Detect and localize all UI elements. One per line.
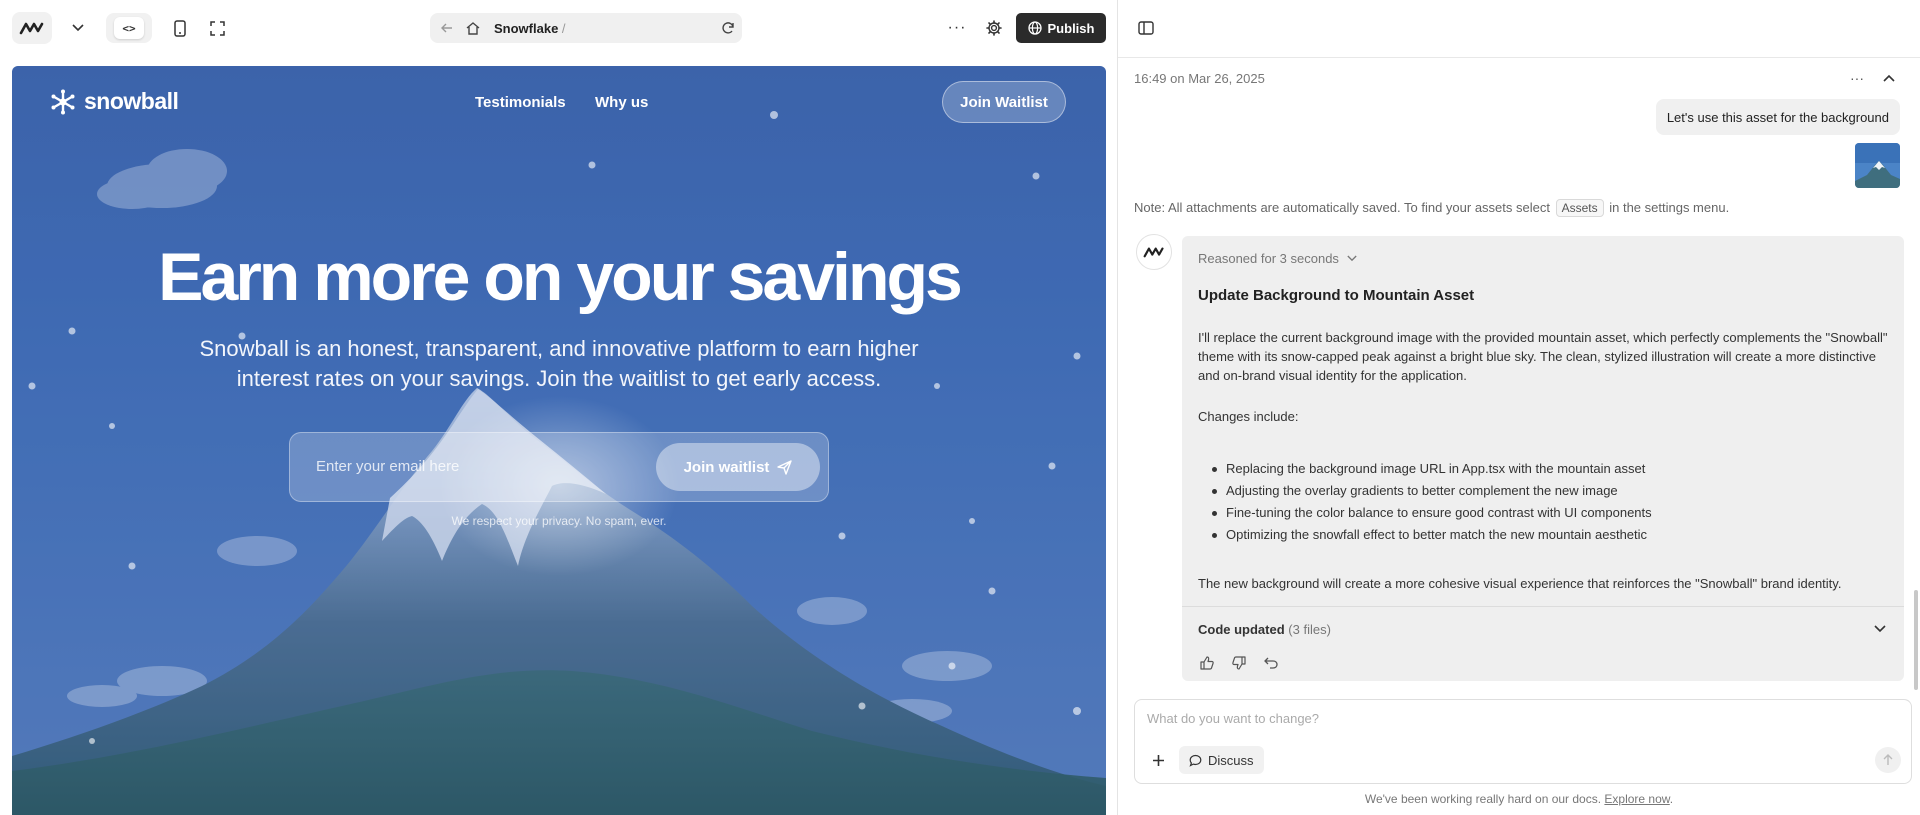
top-toolbar: <> Snowflake / ··· Publish bbox=[0, 0, 1117, 56]
more-icon: ··· bbox=[1850, 70, 1864, 86]
arrow-left-icon bbox=[441, 23, 452, 33]
changes-list: Replacing the background image URL in Ap… bbox=[1208, 458, 1652, 546]
explore-docs-link[interactable]: Explore now bbox=[1604, 792, 1669, 806]
home-icon bbox=[466, 21, 480, 35]
chevron-down-icon bbox=[72, 24, 84, 32]
mobile-preview-button[interactable] bbox=[168, 16, 192, 40]
arrow-up-icon bbox=[1883, 754, 1893, 765]
chat-header bbox=[1118, 0, 1920, 58]
list-item: Replacing the background image URL in Ap… bbox=[1208, 458, 1652, 480]
app-logo-button[interactable] bbox=[12, 12, 52, 44]
message-collapse-button[interactable] bbox=[1878, 68, 1900, 88]
nav-link-why-us[interactable]: Why us bbox=[595, 94, 648, 111]
refresh-icon bbox=[722, 22, 734, 34]
code-updated-row[interactable]: Code updated (3 files) bbox=[1182, 606, 1904, 650]
message-more-button[interactable]: ··· bbox=[1846, 68, 1868, 88]
app-logo-icon bbox=[1143, 247, 1164, 258]
thumbs-up-button[interactable] bbox=[1196, 652, 1218, 674]
privacy-note: We respect your privacy. No spam, ever. bbox=[451, 514, 667, 528]
chat-bubble-icon bbox=[1189, 754, 1202, 767]
thumbs-up-icon bbox=[1200, 656, 1214, 670]
fullscreen-button[interactable] bbox=[205, 16, 229, 40]
hero-title: Earn more on your savings bbox=[158, 239, 963, 315]
plus-icon bbox=[1152, 754, 1164, 766]
list-item: Optimizing the snowfall effect to better… bbox=[1208, 524, 1652, 546]
app-window: <> Snowflake / ··· Publish snowball Test… bbox=[0, 0, 1920, 815]
chat-scrollbar[interactable] bbox=[1914, 590, 1918, 690]
chevron-up-icon bbox=[1883, 74, 1895, 82]
url-path: Snowflake / bbox=[494, 20, 566, 36]
changes-heading: Changes include: bbox=[1198, 409, 1299, 424]
feedback-actions bbox=[1196, 652, 1282, 674]
fullscreen-icon bbox=[209, 20, 225, 36]
mobile-icon bbox=[174, 19, 186, 37]
snowflake-icon bbox=[51, 89, 75, 114]
waitlist-form: Enter your email here Join waitlist bbox=[289, 432, 829, 502]
publish-button[interactable]: Publish bbox=[1016, 13, 1106, 43]
assets-chip: Assets bbox=[1555, 199, 1604, 217]
home-button[interactable] bbox=[462, 21, 484, 35]
list-item: Adjusting the overlay gradients to bette… bbox=[1208, 480, 1652, 502]
mountain-thumbnail-image bbox=[1855, 143, 1900, 188]
expand-code-button[interactable] bbox=[1870, 619, 1890, 639]
hero-subtitle: Snowball is an honest, transparent, and … bbox=[199, 336, 919, 391]
brand-logo[interactable]: snowball bbox=[50, 88, 179, 115]
chevron-down-icon bbox=[1874, 625, 1886, 633]
discuss-button[interactable]: Discuss bbox=[1179, 746, 1264, 774]
site-preview: snowball Testimonials Why us Join Waitli… bbox=[12, 66, 1106, 815]
user-message: Let's use this asset for the background bbox=[1655, 99, 1900, 135]
thumbs-down-button[interactable] bbox=[1228, 652, 1250, 674]
discuss-label: Discuss bbox=[1208, 752, 1254, 768]
response-closing: The new background will create a more co… bbox=[1198, 576, 1842, 591]
docs-footer: We've been working really hard on our do… bbox=[1364, 792, 1674, 806]
refresh-button[interactable] bbox=[714, 21, 742, 35]
editor-pane: <> Snowflake / ··· Publish snowball Test… bbox=[0, 0, 1117, 815]
attached-asset-thumbnail[interactable] bbox=[1855, 143, 1900, 188]
app-logo-icon bbox=[19, 22, 44, 35]
join-waitlist-submit-button[interactable]: Join waitlist bbox=[656, 443, 820, 491]
attachments-note: Note: All attachments are automatically … bbox=[1134, 199, 1730, 217]
settings-button[interactable] bbox=[982, 16, 1006, 40]
code-icon: <> bbox=[114, 17, 144, 39]
sidebar-icon bbox=[1138, 21, 1154, 35]
publish-label: Publish bbox=[1047, 20, 1095, 36]
response-paragraph: I'll replace the current background imag… bbox=[1198, 330, 1888, 383]
add-attachment-button[interactable] bbox=[1145, 747, 1171, 773]
email-input[interactable]: Enter your email here bbox=[316, 458, 459, 475]
list-item: Fine-tuning the color balance to ensure … bbox=[1208, 502, 1652, 524]
preview-url-bar[interactable]: Snowflake / bbox=[430, 13, 742, 43]
undo-button[interactable] bbox=[1260, 652, 1282, 674]
code-view-toggle[interactable]: <> bbox=[106, 13, 152, 43]
assistant-avatar bbox=[1136, 234, 1172, 270]
gear-icon bbox=[986, 20, 1002, 36]
chat-input[interactable]: What do you want to change? Discuss bbox=[1134, 699, 1912, 784]
reasoning-toggle[interactable]: Reasoned for 3 seconds bbox=[1198, 251, 1357, 266]
chat-panel: 16:49 on Mar 26, 2025 ··· Let's use this… bbox=[1118, 0, 1920, 815]
undo-icon bbox=[1264, 657, 1278, 669]
chevron-down-icon bbox=[1347, 255, 1357, 262]
message-timestamp: 16:49 on Mar 26, 2025 bbox=[1134, 71, 1265, 86]
nav-link-testimonials[interactable]: Testimonials bbox=[475, 94, 566, 111]
more-options-button[interactable]: ··· bbox=[945, 16, 969, 40]
code-updated-label: Code updated (3 files) bbox=[1198, 622, 1331, 637]
back-button[interactable] bbox=[432, 23, 462, 33]
send-icon bbox=[777, 459, 793, 475]
submit-label: Join waitlist bbox=[683, 458, 770, 476]
more-icon: ··· bbox=[947, 19, 967, 36]
thumbs-down-icon bbox=[1232, 656, 1246, 670]
project-menu-button[interactable] bbox=[66, 16, 90, 40]
globe-icon bbox=[1027, 21, 1042, 35]
sidebar-toggle-button[interactable] bbox=[1134, 16, 1158, 40]
join-waitlist-nav-button[interactable]: Join Waitlist bbox=[942, 81, 1066, 123]
response-title: Update Background to Mountain Asset bbox=[1198, 287, 1475, 304]
assistant-response: Reasoned for 3 seconds Update Background… bbox=[1182, 236, 1904, 681]
chat-input-placeholder: What do you want to change? bbox=[1147, 711, 1320, 726]
send-message-button[interactable] bbox=[1875, 747, 1901, 773]
brand-name: snowball bbox=[84, 88, 179, 114]
